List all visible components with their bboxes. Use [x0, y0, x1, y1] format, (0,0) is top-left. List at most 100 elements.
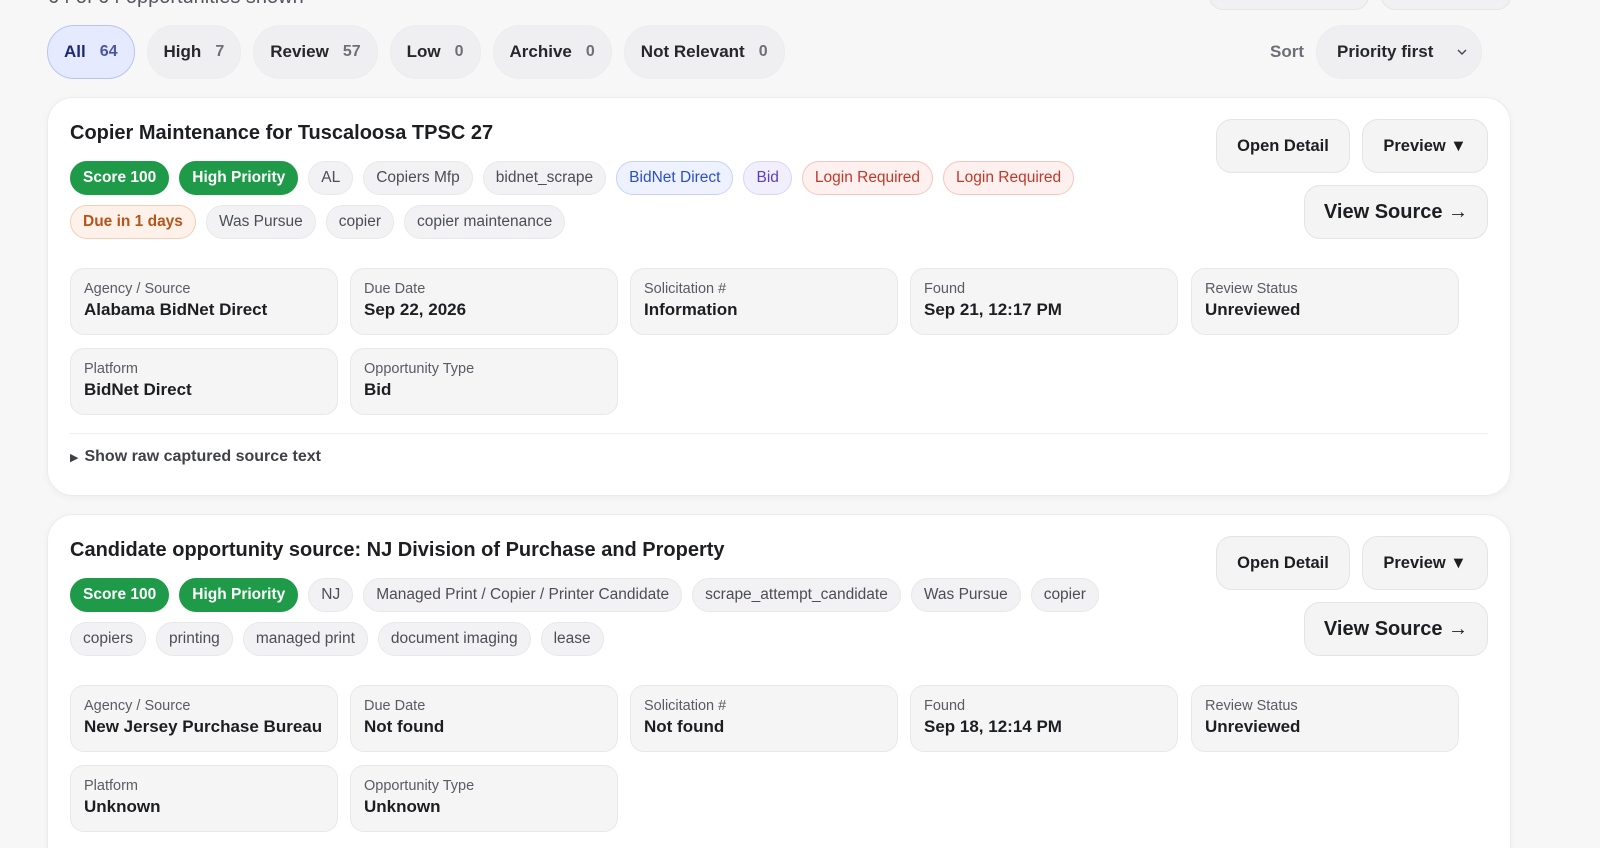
filter-archive[interactable]: Archive 0 [492, 25, 612, 79]
filter-review[interactable]: Review 57 [253, 25, 378, 79]
field-solicitation: Solicitation # Information [630, 268, 898, 335]
filter-not-relevant[interactable]: Not Relevant 0 [623, 25, 785, 79]
tag-chip: AL [308, 161, 354, 195]
field-label: Solicitation # [644, 698, 727, 714]
field-label: Due Date [364, 281, 426, 297]
tag-chip: copier [325, 205, 394, 239]
field-value: Not found [644, 717, 725, 736]
field-label: Opportunity Type [364, 361, 475, 377]
field-value: New Jersey Purchase Bureau [84, 717, 323, 736]
chevron-down-icon [1457, 49, 1467, 55]
tag-chip: High Priority [179, 578, 299, 612]
filter-all[interactable]: All 64 [47, 25, 135, 79]
tag-chip: Score 100 [70, 578, 170, 612]
field-value: Unreviewed [1205, 300, 1301, 319]
field-opportunity-type: Opportunity Type Bid [350, 348, 618, 415]
filter-label: Not Relevant [640, 42, 745, 61]
divider [70, 433, 1488, 434]
sort-select[interactable]: Priority first [1316, 25, 1482, 79]
preview-button[interactable]: Preview ▼ [1362, 119, 1488, 173]
view-source-button[interactable]: View Source → [1304, 602, 1488, 656]
field-label: Review Status [1205, 698, 1298, 714]
field-label: Found [924, 698, 966, 714]
tag-chip: Was Pursue [205, 205, 316, 239]
filter-label: High [163, 42, 202, 61]
tag-row: copiers printing managed print document ima… [70, 622, 604, 656]
field-solicitation: Solicitation # Not found [630, 685, 898, 752]
filter-count: 0 [758, 43, 768, 60]
field-label: Due Date [364, 698, 426, 714]
opportunity-card: Copier Maintenance for Tuscaloosa TPSC 2… [47, 97, 1511, 496]
field-label: Solicitation # [644, 281, 727, 297]
open-detail-button[interactable]: Open Detail [1216, 536, 1350, 590]
field-label: Review Status [1205, 281, 1298, 297]
field-agency: Agency / Source Alabama BidNet Direct [70, 268, 338, 335]
tag-chip: BidNet Direct [616, 161, 734, 195]
tag-chip: Score 100 [70, 161, 170, 195]
field-label: Agency / Source [84, 281, 191, 297]
tag-chip: Bid [743, 161, 792, 195]
field-agency: Agency / Source New Jersey Purchase Burea… [70, 685, 338, 752]
tag-row: Score 100 High Priority AL Copiers Mfp bidne… [70, 161, 1075, 195]
filter-label: Low [406, 42, 441, 61]
tag-chip: bidnet_scrape [482, 161, 607, 195]
field-label: Opportunity Type [364, 778, 475, 794]
raw-text-toggle[interactable]: ▶ Show raw captured source text [70, 448, 321, 466]
tag-chip: printing [155, 622, 233, 656]
field-platform: Platform BidNet Direct [70, 348, 338, 415]
field-review-status: Review Status Unreviewed [1191, 268, 1459, 335]
tag-chip: lease [540, 622, 604, 656]
sort-value: Priority first [1337, 42, 1434, 61]
filter-count: 7 [215, 43, 225, 60]
filter-count: 0 [585, 43, 595, 60]
field-value: Sep 22, 2026 [364, 300, 467, 319]
tag-chip: copier maintenance [404, 205, 566, 239]
card-title: Candidate opportunity source: NJ Divisio… [70, 539, 725, 561]
field-platform: Platform Unknown [70, 765, 338, 832]
field-value: BidNet Direct [84, 380, 192, 399]
field-value: Alabama BidNet Direct [84, 300, 268, 319]
field-found: Found Sep 21, 12:17 PM [910, 268, 1178, 335]
tag-chip: copiers [70, 622, 146, 656]
field-label: Platform [84, 361, 138, 377]
field-value: Unknown [84, 797, 161, 816]
top-toolbar-button[interactable] [1209, 0, 1369, 10]
field-label: Found [924, 281, 966, 297]
top-toolbar-button[interactable] [1381, 0, 1511, 10]
tag-chip: Login Required [943, 161, 1075, 195]
filter-count: 57 [342, 43, 361, 60]
field-found: Found Sep 18, 12:14 PM [910, 685, 1178, 752]
open-detail-button[interactable]: Open Detail [1216, 119, 1350, 173]
tag-row: Score 100 High Priority NJ Managed Print / … [70, 578, 1099, 612]
tag-chip: Login Required [801, 161, 934, 195]
filter-bar: All 64 High 7 Review 57 Low 0 Archive 0 Not R… [47, 25, 785, 79]
results-summary: 64 of 64 opportunities shown [48, 0, 304, 9]
field-value: Unreviewed [1205, 717, 1301, 736]
view-source-button[interactable]: View Source → [1304, 185, 1488, 239]
filter-low[interactable]: Low 0 [389, 25, 481, 79]
field-value: Bid [364, 380, 392, 399]
sort-label: Sort [1270, 42, 1304, 61]
tag-chip: High Priority [179, 161, 299, 195]
tag-chip: copier [1030, 578, 1099, 612]
field-due-date: Due Date Sep 22, 2026 [350, 268, 618, 335]
tag-chip: scrape_attempt_candidate [692, 578, 901, 612]
field-value: Sep 21, 12:17 PM [924, 300, 1062, 319]
tag-chip: document imaging [377, 622, 531, 656]
filter-high[interactable]: High 7 [146, 25, 242, 79]
opportunity-card: Candidate opportunity source: NJ Divisio… [47, 514, 1511, 848]
field-due-date: Due Date Not found [350, 685, 618, 752]
field-value: Sep 18, 12:14 PM [924, 717, 1062, 736]
tag-row: Due in 1 days Was Pursue copier copier main… [70, 205, 566, 239]
tag-chip: Due in 1 days [70, 205, 196, 239]
tag-chip: Was Pursue [910, 578, 1021, 612]
filter-label: All [64, 42, 86, 61]
filter-count: 64 [99, 43, 118, 60]
field-label: Platform [84, 778, 138, 794]
field-value: Unknown [364, 797, 441, 816]
field-review-status: Review Status Unreviewed [1191, 685, 1459, 752]
card-title: Copier Maintenance for Tuscaloosa TPSC 2… [70, 122, 494, 144]
tag-chip: Managed Print / Copier / Printer Candida… [363, 578, 683, 612]
filter-label: Review [270, 42, 329, 61]
preview-button[interactable]: Preview ▼ [1362, 536, 1488, 590]
